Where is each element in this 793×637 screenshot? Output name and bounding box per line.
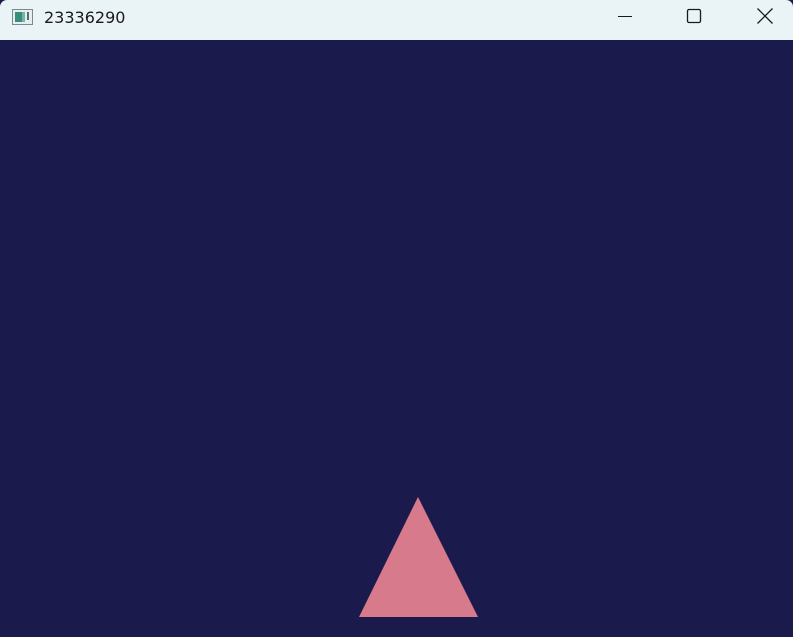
- scene-svg: [359, 497, 478, 617]
- close-button[interactable]: [742, 0, 788, 36]
- title-bar[interactable]: 23336290: [0, 0, 793, 40]
- minimize-icon: [617, 8, 633, 28]
- app-window: 23336290: [0, 0, 793, 637]
- window-title: 23336290: [44, 8, 126, 27]
- triangle-shape: [359, 497, 478, 617]
- maximize-icon: [686, 8, 702, 28]
- render-canvas[interactable]: [0, 40, 793, 637]
- maximize-button[interactable]: [671, 0, 717, 36]
- close-icon: [756, 7, 774, 29]
- app-window-icon: [12, 9, 33, 25]
- minimize-button[interactable]: [602, 0, 648, 36]
